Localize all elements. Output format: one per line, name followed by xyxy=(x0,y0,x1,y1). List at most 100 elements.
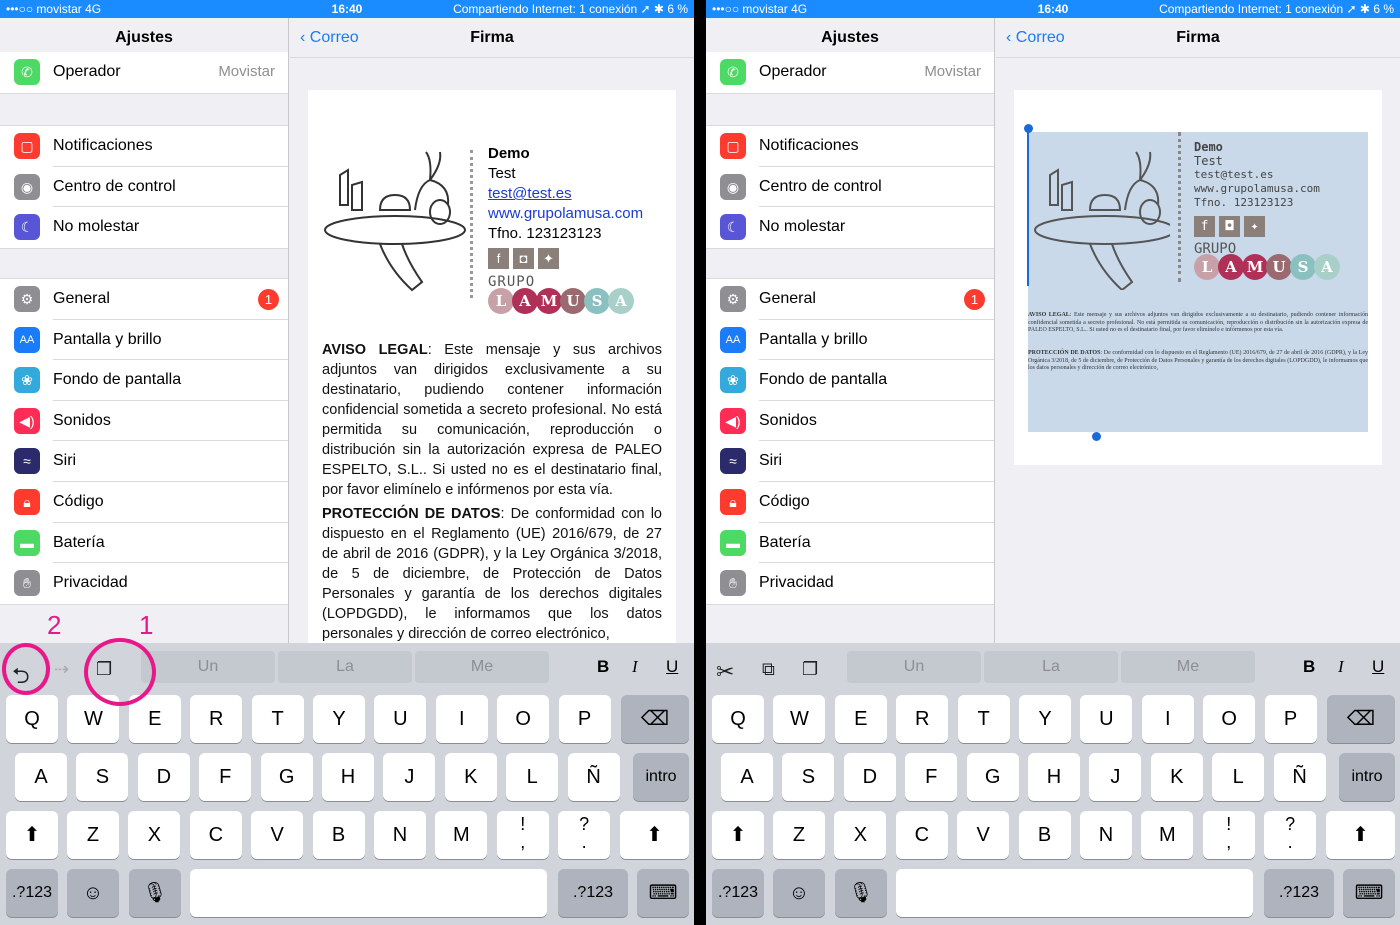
suggestion-2[interactable]: La xyxy=(984,651,1118,683)
paste-icon[interactable]: ❐ xyxy=(802,659,818,680)
shift-key-right[interactable]: ⬆ xyxy=(620,811,689,859)
back-button[interactable]: ‹ Correo xyxy=(1006,18,1065,58)
key-p[interactable]: P xyxy=(558,695,611,743)
sidebar-item-centro-de-control[interactable]: ◉ Centro de control xyxy=(0,167,288,208)
key-p[interactable]: P xyxy=(1264,695,1317,743)
selection-handle-end[interactable] xyxy=(1092,432,1101,441)
key-r[interactable]: R xyxy=(190,695,243,743)
sidebar-item-operador[interactable]: ✆ Operador Movistar xyxy=(706,52,994,93)
key-g[interactable]: G xyxy=(966,753,1019,801)
key-punct-7[interactable]: ! , xyxy=(496,811,549,859)
key-d[interactable]: D xyxy=(137,753,190,801)
key-u[interactable]: U xyxy=(374,695,427,743)
sidebar-item-centro-de-control[interactable]: ◉ Centro de control xyxy=(706,167,994,208)
key-c[interactable]: C xyxy=(895,811,948,859)
twitter-icon[interactable]: ✦ xyxy=(1244,216,1265,237)
bold-button[interactable]: B xyxy=(597,657,609,677)
key-f[interactable]: F xyxy=(199,753,252,801)
key-c[interactable]: C xyxy=(189,811,242,859)
sidebar-item-pantalla-y-brillo[interactable]: AA Pantalla y brillo xyxy=(0,320,288,361)
sidebar-item-siri[interactable]: ≈ Siri xyxy=(706,441,994,482)
italic-button[interactable]: I xyxy=(632,657,638,677)
bold-button[interactable]: B xyxy=(1303,657,1315,677)
key-d[interactable]: D xyxy=(843,753,896,801)
suggestion-1[interactable]: Un xyxy=(141,651,275,683)
signature-editor[interactable]: Demo Test test@test.es www.grupolamusa.com T… xyxy=(1014,90,1382,465)
key-i[interactable]: I xyxy=(435,695,488,743)
sidebar-item-sonidos[interactable]: ◀) Sonidos xyxy=(706,401,994,442)
sidebar-item-privacidad[interactable]: ✋︎ Privacidad xyxy=(706,563,994,604)
key-ñ[interactable]: Ñ xyxy=(1273,753,1326,801)
key-b[interactable]: B xyxy=(1018,811,1071,859)
key-v[interactable]: V xyxy=(957,811,1010,859)
sidebar-item-pantalla-y-brillo[interactable]: AA Pantalla y brillo xyxy=(706,320,994,361)
emoji-key[interactable]: ☺ xyxy=(67,869,119,917)
shift-key-right[interactable]: ⬆ xyxy=(1326,811,1395,859)
instagram-icon[interactable]: ◘ xyxy=(1219,216,1240,237)
back-button[interactable]: ‹ Correo xyxy=(300,18,359,58)
sidebar-item-bater-a[interactable]: ▬ Batería xyxy=(0,523,288,564)
key-l[interactable]: L xyxy=(1212,753,1265,801)
key-punct-8[interactable]: ? . xyxy=(1264,811,1317,859)
key-n[interactable]: N xyxy=(1080,811,1132,859)
space-key[interactable] xyxy=(190,869,547,917)
sidebar-item-siri[interactable]: ≈ Siri xyxy=(0,441,288,482)
dictation-key[interactable]: 🎙︎ xyxy=(129,869,181,917)
key-x[interactable]: X xyxy=(834,811,887,859)
signature-email[interactable]: test@test.es xyxy=(1194,168,1374,182)
key-q[interactable]: Q xyxy=(6,695,58,743)
key-punct-7[interactable]: ! , xyxy=(1202,811,1255,859)
key-e[interactable]: E xyxy=(834,695,887,743)
key-o[interactable]: O xyxy=(497,695,550,743)
key-t[interactable]: T xyxy=(957,695,1010,743)
signature-website[interactable]: www.grupolamusa.com xyxy=(1194,182,1374,196)
sidebar-item-bater-a[interactable]: ▬ Batería xyxy=(706,523,994,564)
dictation-key[interactable]: 🎙︎ xyxy=(835,869,887,917)
key-b[interactable]: B xyxy=(312,811,365,859)
key-a[interactable]: A xyxy=(721,753,773,801)
italic-button[interactable]: I xyxy=(1338,657,1344,677)
suggestion-1[interactable]: Un xyxy=(847,651,981,683)
suggestion-2[interactable]: La xyxy=(278,651,412,683)
signature-website[interactable]: www.grupolamusa.com xyxy=(488,204,668,224)
sidebar-item-fondo-de-pantalla[interactable]: ❀ Fondo de pantalla xyxy=(706,360,994,401)
numbers-key[interactable]: .?123 xyxy=(712,869,764,917)
sidebar-item-operador[interactable]: ✆ Operador Movistar xyxy=(0,52,288,93)
hide-keyboard-key[interactable]: ⌨ xyxy=(1343,869,1395,917)
signature-editor[interactable]: Demo Test test@test.es www.grupolamusa.com T… xyxy=(308,90,676,643)
hide-keyboard-key[interactable]: ⌨ xyxy=(637,869,689,917)
twitter-icon[interactable]: ✦ xyxy=(538,248,559,269)
sidebar-item-fondo-de-pantalla[interactable]: ❀ Fondo de pantalla xyxy=(0,360,288,401)
key-x[interactable]: X xyxy=(128,811,181,859)
numbers-key-right[interactable]: .?123 xyxy=(558,869,628,917)
key-m[interactable]: M xyxy=(435,811,488,859)
copy-icon[interactable]: ⧉ xyxy=(762,659,775,680)
key-j[interactable]: J xyxy=(1089,753,1142,801)
underline-button[interactable]: U xyxy=(666,657,678,677)
key-k[interactable]: K xyxy=(1150,753,1203,801)
suggestion-3[interactable]: Me xyxy=(1121,651,1255,683)
sidebar-item-no-molestar[interactable]: ☾ No molestar xyxy=(706,207,994,248)
key-i[interactable]: I xyxy=(1141,695,1194,743)
cut-icon[interactable]: ✂ xyxy=(716,659,734,685)
sidebar-item-sonidos[interactable]: ◀) Sonidos xyxy=(0,401,288,442)
signature-email[interactable]: test@test.es xyxy=(488,184,668,204)
sidebar-item-notificaciones[interactable]: ▢ Notificaciones xyxy=(0,126,288,167)
backspace-key[interactable]: ⌫ xyxy=(621,695,689,743)
shift-key[interactable]: ⬆ xyxy=(6,811,58,859)
instagram-icon[interactable]: ◘ xyxy=(513,248,534,269)
key-g[interactable]: G xyxy=(260,753,313,801)
key-m[interactable]: M xyxy=(1141,811,1194,859)
key-h[interactable]: H xyxy=(322,753,374,801)
return-key[interactable]: intro xyxy=(633,753,689,801)
facebook-icon[interactable]: f xyxy=(488,248,509,269)
key-k[interactable]: K xyxy=(444,753,497,801)
suggestion-3[interactable]: Me xyxy=(415,651,549,683)
sidebar-item-no-molestar[interactable]: ☾ No molestar xyxy=(0,207,288,248)
facebook-icon[interactable]: f xyxy=(1194,216,1215,237)
key-s[interactable]: S xyxy=(782,753,835,801)
key-s[interactable]: S xyxy=(76,753,129,801)
emoji-key[interactable]: ☺ xyxy=(773,869,825,917)
key-w[interactable]: W xyxy=(773,695,826,743)
key-l[interactable]: L xyxy=(506,753,559,801)
